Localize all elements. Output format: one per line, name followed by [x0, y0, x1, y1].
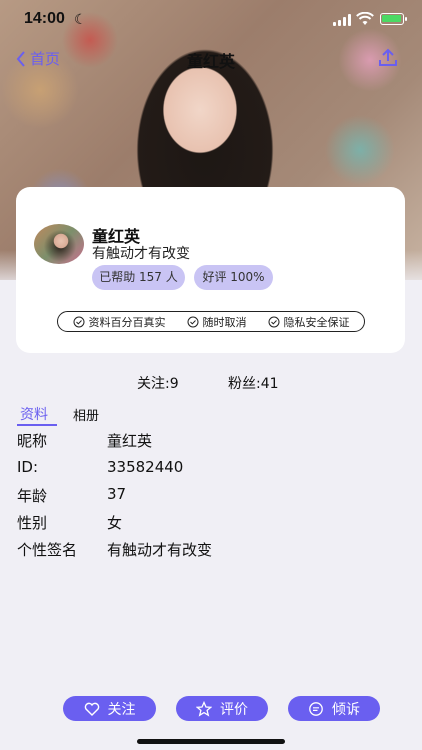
info-label: ID: [17, 458, 39, 476]
info-label: 年龄 [17, 487, 48, 505]
tab-album[interactable]: 相册 [73, 405, 99, 424]
info-row-gender: 性别 女 [17, 512, 417, 532]
info-row-id: ID: 33582440 [17, 458, 417, 478]
avatar [34, 224, 84, 264]
info-label: 性别 [17, 514, 48, 532]
info-label: 个性签名 [17, 541, 78, 559]
star-icon [196, 700, 212, 717]
guarantee-label: 资料百分百真实 [88, 315, 166, 329]
page-title: 童红英 [186, 52, 235, 71]
follow-button[interactable]: 关注 [63, 696, 156, 721]
cellular-signal-icon [333, 14, 351, 26]
tab-info[interactable]: 资料 [20, 404, 48, 424]
guarantee-strip: 资料百分百真实 随时取消 隐私安全保证 [57, 311, 365, 332]
helped-count-badge: 已帮助 157 人 [92, 265, 185, 290]
info-row-age: 年龄 37 [17, 485, 417, 505]
battery-icon [380, 13, 407, 25]
info-value: 33582440 [107, 458, 184, 476]
guarantee-label: 随时取消 [202, 315, 247, 329]
guarantee-item: 资料百分百真实 [73, 314, 166, 330]
check-circle-icon [187, 316, 198, 327]
wifi-icon [356, 12, 374, 25]
info-value: 童红英 [107, 432, 153, 450]
rating-badge: 好评 100% [194, 265, 273, 290]
profile-card: 童红英 有触动才有改变 已帮助 157 人 好评 100% 资料百分百真实 随时… [16, 187, 405, 353]
check-circle-icon [268, 316, 279, 327]
status-bar: 14:00 ☾ [0, 10, 422, 32]
guarantee-item: 隐私安全保证 [268, 314, 350, 330]
info-value: 女 [107, 514, 123, 532]
info-row-signature: 个性签名 有触动才有改变 [17, 539, 417, 559]
info-value: 37 [107, 485, 127, 503]
heart-icon [84, 702, 99, 716]
confide-button[interactable]: 倾诉 [288, 696, 380, 721]
active-tab-indicator [17, 424, 57, 426]
status-time: 14:00 [24, 10, 65, 27]
fans-count[interactable]: 粉丝:41 [228, 373, 279, 393]
share-icon[interactable] [376, 46, 400, 70]
review-label: 评价 [220, 701, 248, 718]
info-row-nickname: 昵称 童红英 [17, 430, 417, 450]
chat-bubble-icon [309, 701, 323, 716]
confide-label: 倾诉 [332, 701, 360, 718]
profile-signature: 有触动才有改变 [92, 246, 190, 262]
guarantee-label: 隐私安全保证 [283, 315, 350, 329]
following-count[interactable]: 关注:9 [137, 373, 179, 393]
moon-icon: ☾ [74, 11, 87, 27]
review-button[interactable]: 评价 [176, 696, 268, 721]
follow-label: 关注 [107, 701, 136, 718]
check-circle-icon [73, 316, 84, 327]
home-indicator [137, 739, 285, 744]
info-label: 昵称 [17, 432, 48, 450]
guarantee-item: 随时取消 [187, 314, 247, 330]
info-value: 有触动才有改变 [107, 541, 213, 559]
